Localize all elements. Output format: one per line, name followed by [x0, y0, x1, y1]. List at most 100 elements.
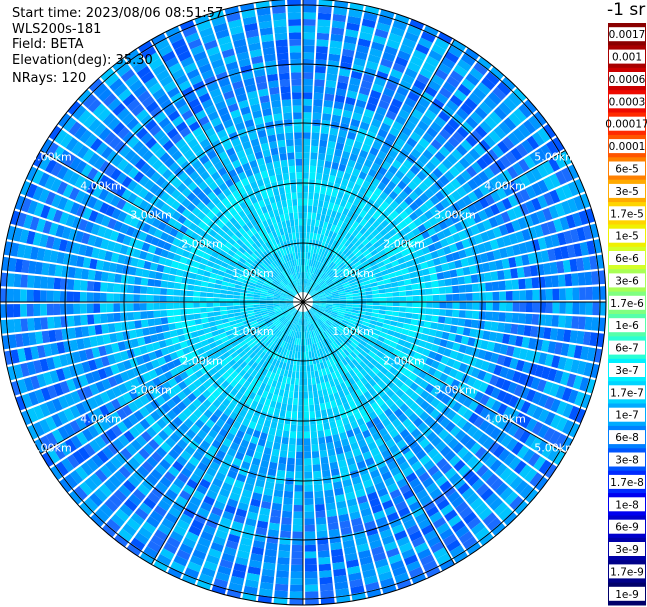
ray-gate-cell	[266, 302, 274, 304]
ray-gate-cell	[135, 328, 144, 338]
ray-gate-cell	[510, 323, 519, 335]
ray-gate-cell	[287, 152, 295, 160]
ray-gate-cell	[371, 312, 379, 318]
ray-gate-cell	[7, 319, 15, 333]
ray-gate-cell	[267, 468, 277, 477]
ray-gate-cell	[309, 357, 313, 365]
ray-gate-cell	[213, 288, 221, 294]
ray-gate-cell	[579, 302, 586, 315]
ray-gate-cell	[330, 427, 339, 436]
ray-gate-cell	[296, 445, 303, 452]
ray-gate-cell	[271, 502, 282, 511]
ray-gate-cell	[303, 39, 315, 46]
ray-gate-cell	[303, 138, 311, 146]
ray-gate-cell	[140, 319, 149, 328]
ray-gate-cell	[269, 516, 281, 524]
ray-gate-cell	[311, 132, 320, 140]
ray-gate-cell	[300, 245, 303, 253]
ray-gate-cell	[153, 310, 161, 318]
ray-gate-cell	[303, 378, 308, 386]
ray-gate-cell	[405, 312, 413, 319]
ray-gate-cell	[274, 194, 281, 203]
ray-gate-cell	[312, 232, 317, 240]
ray-gate-cell	[306, 225, 311, 233]
ray-gate-cell	[295, 471, 303, 479]
ray-gate-cell	[325, 401, 332, 410]
ray-gate-cell	[322, 173, 330, 182]
ray-gate-cell	[278, 207, 284, 216]
ray-gate-cell	[273, 113, 283, 122]
ray-gate-cell	[330, 168, 338, 177]
ray-gate-cell	[309, 232, 314, 240]
ray-gate-cell	[201, 317, 209, 324]
ray-gate-cell	[286, 464, 295, 472]
ray-gate-cell	[277, 139, 286, 148]
ray-gate-cell	[53, 290, 61, 302]
ray-gate-cell	[294, 491, 303, 499]
ray-gate-cell	[6, 288, 14, 302]
ray-gate-cell	[213, 311, 221, 317]
ray-gate-cell	[311, 437, 318, 445]
ray-gate-cell	[291, 78, 302, 86]
ray-gate-cell	[329, 195, 337, 204]
ray-gate-cell	[316, 46, 328, 54]
ray-gate-cell	[269, 400, 277, 409]
ray-gate-cell	[317, 550, 330, 558]
ray-gate-cell	[479, 302, 487, 311]
ray-gate-cell	[304, 558, 317, 565]
ray-gate-cell	[519, 302, 527, 312]
ray-gate-cell	[220, 310, 228, 315]
ray-gate-cell	[288, 165, 296, 173]
ray-gate-cell	[284, 125, 293, 134]
ray-gate-cell	[187, 284, 195, 291]
ray-gate-cell	[303, 112, 312, 119]
ray-gate-cell	[285, 219, 291, 228]
ray-gate-cell	[294, 132, 302, 140]
ray-gate-cell	[193, 297, 200, 302]
ray-gate-cell	[320, 590, 334, 598]
ray-gate-cell	[307, 371, 311, 379]
ray-gate-cell	[270, 509, 282, 518]
ray-gate-cell	[303, 92, 313, 100]
ray-gate-cell	[298, 338, 302, 346]
ray-gate-cell	[425, 308, 433, 315]
ray-gate-cell	[397, 317, 405, 323]
ray-gate-cell	[106, 303, 114, 313]
ray-gate-cell	[306, 364, 311, 372]
ray-gate-cell	[312, 119, 321, 127]
ray-gate-cell	[303, 45, 315, 53]
ray-gate-cell	[492, 302, 500, 311]
ray-gate-cell	[572, 302, 580, 315]
ray-gate-cell	[282, 105, 292, 114]
ray-gate-cell	[327, 448, 336, 457]
ray-gate-cell	[285, 132, 294, 140]
ray-gate-cell	[277, 59, 289, 67]
ray-gate-cell	[133, 303, 141, 311]
ray-gate-cell	[432, 308, 440, 316]
ray-gate-cell	[180, 315, 188, 322]
ray-gate-cell	[298, 345, 301, 352]
ray-gate-cell	[303, 145, 310, 153]
ray-gate-cell	[297, 425, 303, 432]
ray-gate-cell	[27, 318, 35, 331]
ray-gate-cell	[315, 517, 327, 525]
ray-gate-cell	[226, 298, 234, 302]
ray-gate-cell	[227, 286, 235, 292]
ray-gate-cell	[525, 302, 533, 313]
ray-gate-cell	[315, 172, 323, 181]
ray-gate-cell	[207, 282, 215, 288]
ray-gate-cell	[315, 179, 322, 187]
ray-gate-cell	[40, 303, 47, 316]
ray-gate-cell	[20, 304, 27, 317]
ray-gate-cell	[53, 277, 62, 290]
ray-gate-cell	[239, 305, 247, 309]
ray-gate-cell	[314, 497, 325, 505]
ray-gate-cell	[490, 321, 499, 332]
ray-gate-cell	[402, 323, 411, 330]
ray-gate-cell	[322, 469, 331, 478]
ray-gate-cell	[323, 422, 330, 431]
ray-gate-cell	[472, 302, 480, 310]
ray-gate-cell	[181, 277, 189, 284]
ray-gate-cell	[308, 239, 313, 246]
ray-gate-cell	[296, 438, 303, 446]
